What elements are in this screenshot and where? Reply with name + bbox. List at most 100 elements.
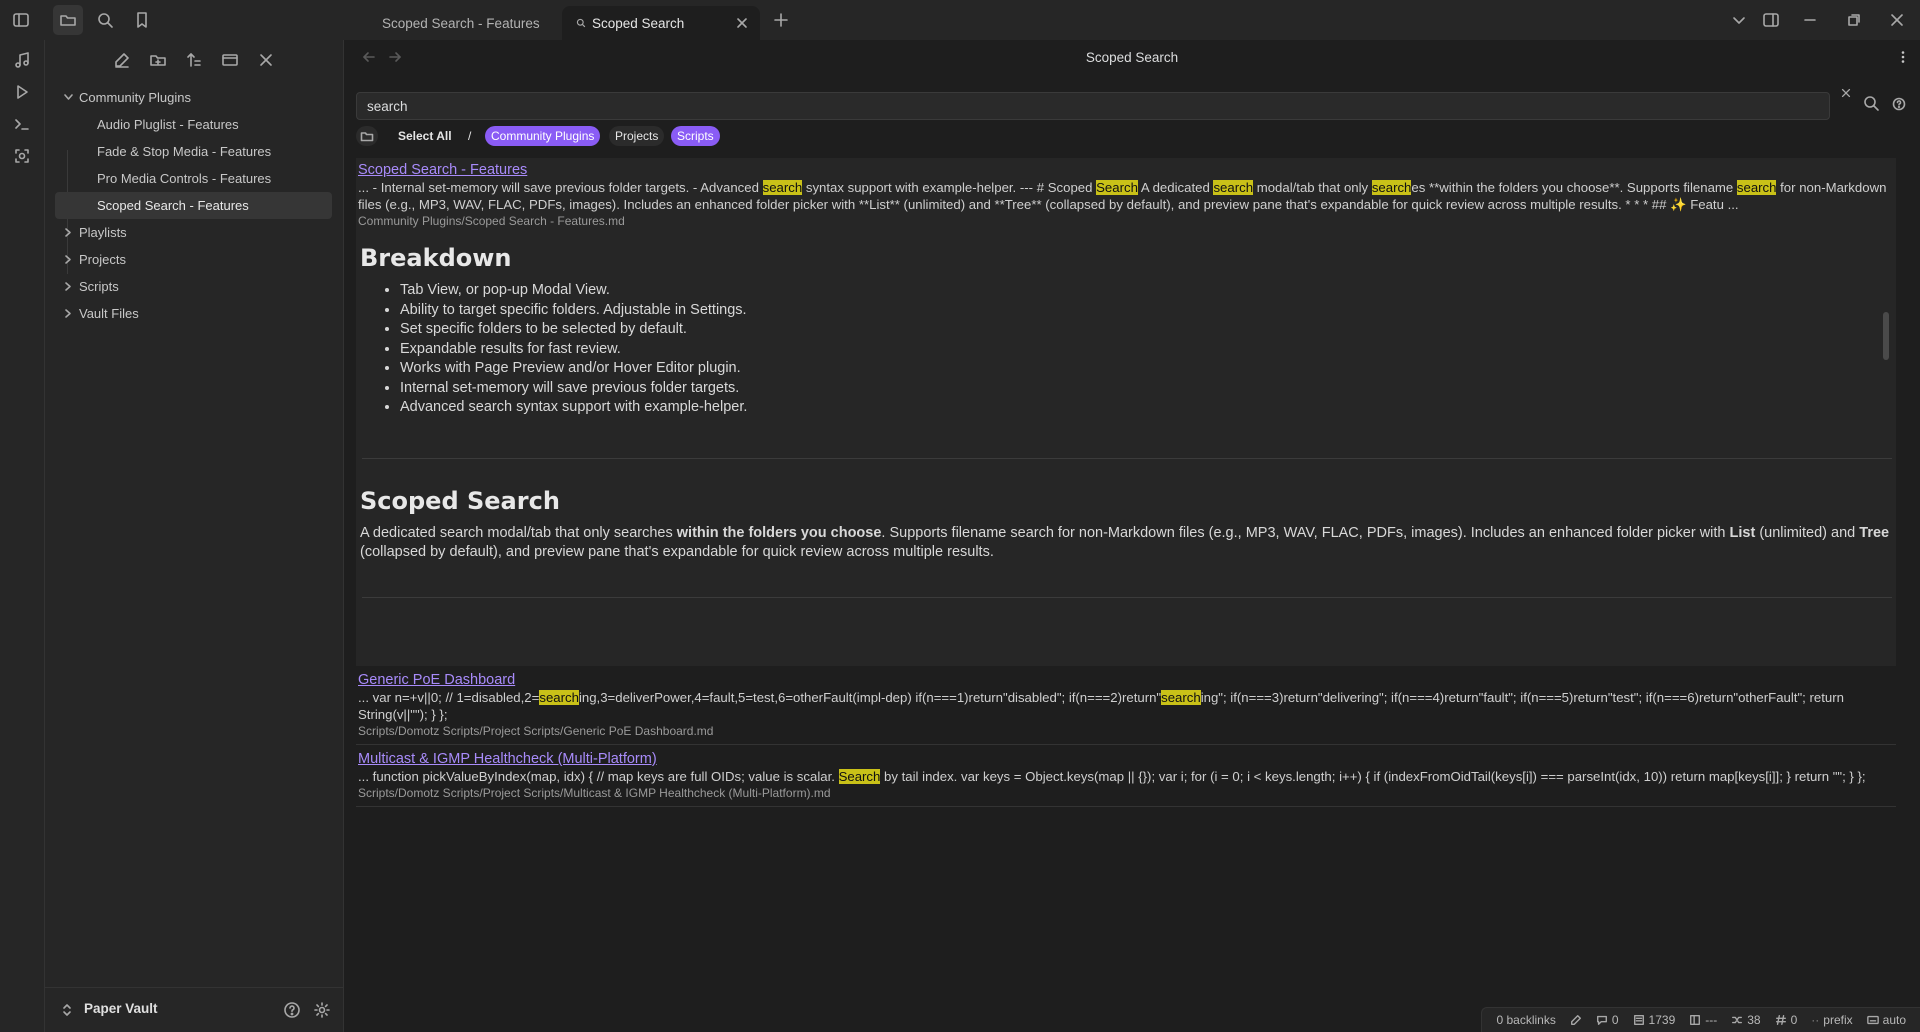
table-icon [1690, 1015, 1701, 1025]
result-snippet: ... - Internal set-memory will save prev… [358, 180, 1887, 212]
folder-label: Projects [79, 252, 126, 267]
folder-scripts[interactable]: Scripts [57, 273, 331, 300]
file-explorer: Community Plugins Audio Pluglist - Featu… [45, 40, 344, 1032]
select-all-button[interactable]: Select All [392, 126, 458, 146]
chip-scripts[interactable]: Scripts [671, 126, 720, 146]
folder-picker-button[interactable] [356, 126, 378, 146]
result-title[interactable]: Scoped Search - Features [358, 162, 1894, 179]
music-icon[interactable] [0, 44, 44, 76]
keyboard-icon [1866, 1015, 1879, 1025]
search-icon [576, 18, 586, 28]
gear-icon[interactable] [313, 1001, 331, 1019]
tab-label: Scoped Search - Features [382, 15, 540, 31]
chevron-right-icon [65, 309, 71, 318]
links-count: 38 [1731, 1013, 1761, 1027]
preview-heading: Breakdown [360, 244, 512, 272]
list-item: Advanced search syntax support with exam… [400, 398, 1894, 418]
chevron-down-icon [64, 94, 73, 100]
vault-switcher[interactable]: Paper Vault [45, 987, 343, 1032]
terminal-icon[interactable] [0, 108, 44, 140]
tab-scoped-search[interactable]: Scoped Search [562, 6, 760, 40]
tab-scoped-search-features[interactable]: Scoped Search - Features [354, 6, 560, 40]
shuffle-icon [1732, 1016, 1743, 1024]
folder-vault-files[interactable]: Vault Files [57, 300, 331, 327]
tab-label: Scoped Search [592, 15, 685, 31]
list-item: Expandable results for fast review. [400, 340, 1894, 360]
play-icon[interactable] [0, 76, 44, 108]
file-scoped-search-features[interactable]: Scoped Search - Features [55, 192, 332, 219]
result-item[interactable]: Scoped Search - Features ... - Internal … [356, 158, 1896, 666]
plus-icon[interactable] [766, 5, 796, 35]
collapse-icon[interactable] [216, 46, 244, 74]
folder-community-plugins[interactable]: Community Plugins [57, 84, 331, 111]
vault-switch-icon [63, 1004, 71, 1016]
result-snippet: ... var n=+v||0; // 1=disabled,2=searchi… [358, 690, 1844, 722]
close-icon[interactable] [734, 15, 750, 31]
folder-icon [360, 132, 374, 142]
more-icon[interactable] [1896, 50, 1910, 64]
file-pro-media-controls[interactable]: Pro Media Controls - Features [57, 165, 331, 192]
edit-mode[interactable] [1570, 1014, 1582, 1026]
file-tree: Community Plugins Audio Pluglist - Featu… [45, 84, 343, 327]
new-note-icon[interactable] [108, 46, 136, 74]
nav-actions [45, 40, 343, 80]
auto-status[interactable]: auto [1866, 1013, 1906, 1027]
view-header: Scoped Search [344, 40, 1920, 78]
clear-search-icon[interactable] [1840, 87, 1852, 99]
bookmark-icon[interactable] [127, 5, 157, 35]
search-input[interactable] [356, 92, 1830, 120]
folder-label: Community Plugins [79, 90, 191, 105]
chevron-down-icon[interactable] [1724, 5, 1754, 35]
pencil-icon [1570, 1015, 1581, 1025]
result-snippet: ... function pickValueByIndex(map, idx) … [358, 769, 1866, 784]
search-icon[interactable] [1862, 94, 1880, 112]
tags-count: 0 [1775, 1013, 1797, 1027]
search-icon[interactable] [90, 5, 120, 35]
scrollbar[interactable] [1883, 312, 1889, 360]
chevron-right-icon [65, 282, 71, 291]
folder-projects[interactable]: Projects [57, 246, 331, 273]
file-label: Scoped Search - Features [97, 198, 249, 213]
result-item[interactable]: Multicast & IGMP Healthcheck (Multi-Plat… [356, 745, 1896, 807]
sidebar-toggle-icon[interactable] [6, 5, 36, 35]
comment-icon [1596, 1015, 1607, 1025]
sort-icon[interactable] [180, 46, 208, 74]
chip-community-plugins[interactable]: Community Plugins [485, 126, 601, 146]
result-item[interactable]: Generic PoE Dashboard ... var n=+v||0; /… [356, 666, 1896, 745]
layout-icon[interactable] [1756, 5, 1786, 35]
folder-icon[interactable] [53, 5, 83, 35]
folder-label: Playlists [79, 225, 127, 240]
backlinks-count[interactable]: 0 backlinks [1496, 1013, 1555, 1027]
list-item: Internal set-memory will save previous f… [400, 379, 1894, 399]
divider [362, 457, 1892, 459]
table-status: --- [1689, 1013, 1717, 1027]
list-item: Set specific folders to be selected by d… [400, 320, 1894, 340]
file-label: Fade & Stop Media - Features [97, 144, 272, 159]
preview-heading: Scoped Search [360, 486, 560, 515]
help-icon[interactable] [1892, 97, 1906, 111]
chevron-right-icon [65, 228, 71, 237]
new-folder-icon[interactable] [144, 46, 172, 74]
help-icon[interactable] [283, 1001, 301, 1019]
maximize-icon[interactable] [1839, 5, 1869, 35]
scan-icon[interactable] [0, 140, 44, 172]
root-folder-chip[interactable]: / [462, 126, 477, 146]
result-title[interactable]: Generic PoE Dashboard [358, 672, 1894, 689]
close-icon[interactable] [252, 46, 280, 74]
folder-playlists[interactable]: Playlists [57, 219, 331, 246]
file-fade-stop-media[interactable]: Fade & Stop Media - Features [57, 138, 331, 165]
preview-list: Tab View, or pop-up Modal View. Ability … [360, 281, 1894, 418]
close-icon[interactable] [1882, 5, 1912, 35]
result-preview: Breakdown Tab View, or pop-up Modal View… [358, 232, 1894, 666]
chip-projects[interactable]: Projects [609, 126, 665, 146]
result-path: Scripts/Domotz Scripts/Project Scripts/M… [358, 786, 831, 800]
prefix-status[interactable]: ·· prefix [1811, 1013, 1852, 1027]
view-title: Scoped Search [1085, 50, 1179, 65]
file-audio-pluglist[interactable]: Audio Pluglist - Features [57, 111, 331, 138]
minimize-icon[interactable] [1795, 5, 1825, 35]
result-title[interactable]: Multicast & IGMP Healthcheck (Multi-Plat… [358, 751, 1894, 768]
chevron-right-icon [65, 255, 71, 264]
title-bar: Scoped Search - Features Scoped Search [0, 0, 1920, 41]
results-list: Scoped Search - Features ... - Internal … [356, 158, 1896, 807]
list-item: Works with Page Preview and/or Hover Edi… [400, 359, 1894, 379]
